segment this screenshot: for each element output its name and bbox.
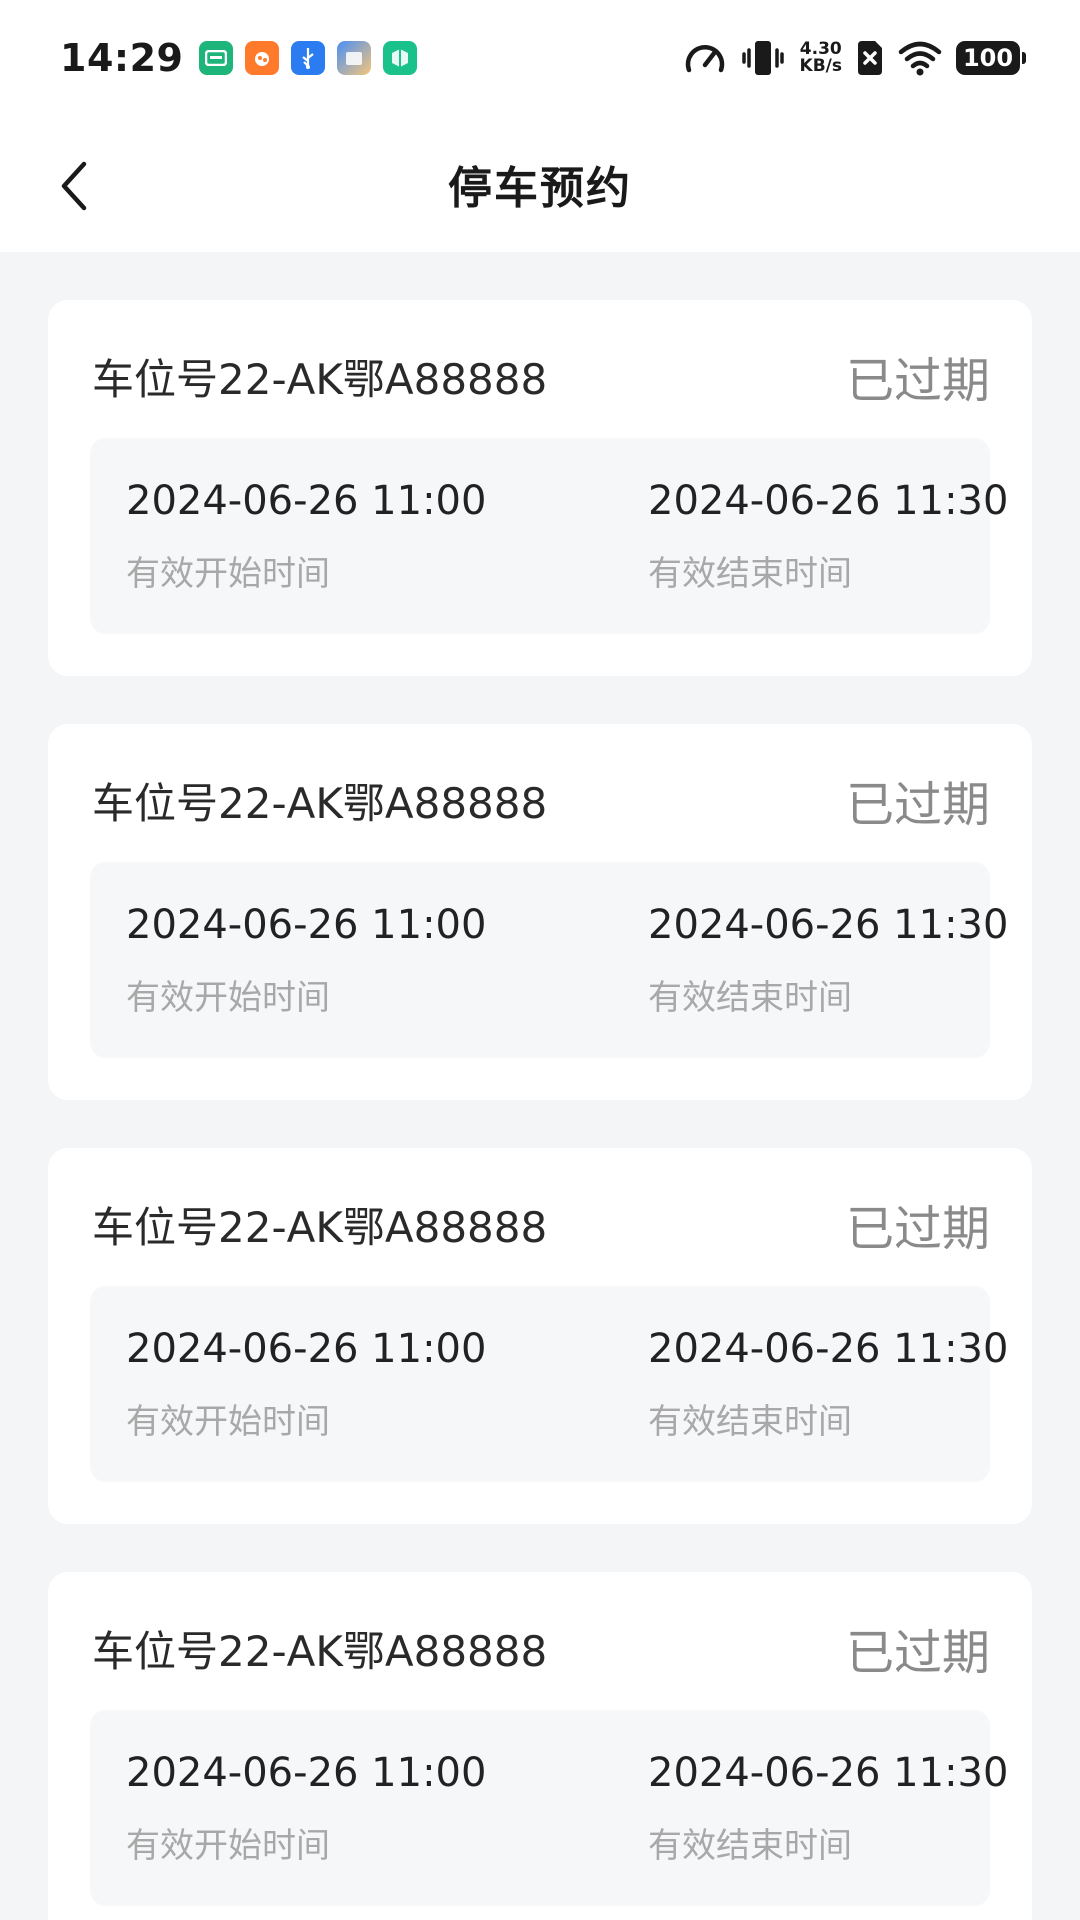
- start-time-label: 有效开始时间: [126, 1826, 330, 1866]
- end-time-column: 2024-06-26 11:30 有效结束时间: [648, 902, 1008, 1019]
- back-button[interactable]: [44, 156, 104, 216]
- network-speed: 4.30 KB/s: [800, 41, 842, 75]
- reservation-card[interactable]: 车位号22-AK鄂A88888 已过期 2024-06-26 11:00 有效开…: [48, 1148, 1032, 1524]
- start-time-column: 2024-06-26 11:00 有效开始时间: [126, 902, 486, 1019]
- end-time-column: 2024-06-26 11:30 有效结束时间: [648, 478, 1008, 595]
- orange-app-icon: [245, 41, 280, 75]
- reservation-card[interactable]: 车位号22-AK鄂A88888 已过期 2024-06-26 11:00 有效开…: [48, 724, 1032, 1100]
- status-badge: 已过期: [845, 1201, 990, 1257]
- end-time-column: 2024-06-26 11:30 有效结束时间: [648, 1326, 1008, 1443]
- end-time-value: 2024-06-26 11:30: [648, 1750, 1009, 1796]
- end-time-value: 2024-06-26 11:30: [648, 478, 1009, 524]
- card-header: 车位号22-AK鄂A88888 已过期: [92, 1194, 990, 1257]
- reservation-card[interactable]: 车位号22-AK鄂A88888 已过期 2024-06-26 11:00 有效开…: [48, 300, 1032, 676]
- end-time-label: 有效结束时间: [648, 554, 852, 594]
- battery-indicator: 100: [956, 41, 1026, 75]
- parking-spot-label: 车位号22-AK鄂A88888: [92, 1202, 548, 1252]
- reservation-card[interactable]: 车位号22-AK鄂A88888 已过期 2024-06-26 11:00 有效开…: [48, 1572, 1032, 1920]
- validity-time-box: 2024-06-26 11:00 有效开始时间 2024-06-26 11:30…: [90, 438, 1008, 634]
- parking-spot-label: 车位号22-AK鄂A88888: [92, 354, 548, 404]
- start-time-value: 2024-06-26 11:00: [126, 478, 487, 524]
- end-time-label: 有效结束时间: [648, 1826, 852, 1866]
- end-time-label: 有效结束时间: [648, 1402, 852, 1442]
- start-time-column: 2024-06-26 11:00 有效开始时间: [126, 478, 486, 595]
- validity-time-box: 2024-06-26 11:00 有效开始时间 2024-06-26 11:30…: [90, 1286, 1008, 1482]
- status-badge: 已过期: [845, 353, 990, 409]
- status-time: 14:29: [60, 36, 184, 80]
- validity-time-box: 2024-06-26 11:00 有效开始时间 2024-06-26 11:30…: [90, 1710, 1008, 1906]
- end-time-label: 有效结束时间: [648, 978, 852, 1018]
- message-app-icon: [199, 41, 234, 75]
- end-time-column: 2024-06-26 11:30 有效结束时间: [648, 1750, 1008, 1867]
- usb-icon: [291, 41, 326, 75]
- network-speed-unit: KB/s: [799, 56, 842, 76]
- parking-spot-label: 车位号22-AK鄂A88888: [92, 1626, 548, 1676]
- system-status-icons: 4.30 KB/s 100: [684, 38, 1026, 78]
- status-badge: 已过期: [845, 1625, 990, 1681]
- vibrate-icon: [740, 38, 786, 78]
- validity-time-box: 2024-06-26 11:00 有效开始时间 2024-06-26 11:30…: [90, 862, 1008, 1058]
- wifi-icon: [898, 40, 942, 76]
- files-app-icon: [337, 41, 372, 75]
- start-time-value: 2024-06-26 11:00: [126, 1750, 487, 1796]
- card-header: 车位号22-AK鄂A88888 已过期: [92, 1618, 990, 1681]
- start-time-column: 2024-06-26 11:00 有效开始时间: [126, 1326, 486, 1443]
- status-bar: 14:29 4.30 KB/s 100: [0, 0, 1080, 116]
- speedometer-icon: [684, 40, 726, 76]
- security-app-icon: [383, 41, 418, 75]
- card-header: 车位号22-AK鄂A88888 已过期: [92, 346, 990, 409]
- chevron-left-icon: [61, 161, 87, 211]
- end-time-value: 2024-06-26 11:30: [648, 902, 1009, 948]
- reservation-list: 车位号22-AK鄂A88888 已过期 2024-06-26 11:00 有效开…: [0, 252, 1080, 1920]
- start-time-label: 有效开始时间: [126, 978, 330, 1018]
- no-sim-icon: [856, 39, 884, 77]
- card-header: 车位号22-AK鄂A88888 已过期: [92, 770, 990, 833]
- page-title: 停车预约: [448, 163, 632, 214]
- notification-icons: [199, 41, 418, 75]
- start-time-label: 有效开始时间: [126, 1402, 330, 1442]
- end-time-value: 2024-06-26 11:30: [648, 1326, 1009, 1372]
- status-badge: 已过期: [845, 777, 990, 833]
- start-time-value: 2024-06-26 11:00: [126, 1326, 487, 1372]
- start-time-label: 有效开始时间: [126, 554, 330, 594]
- start-time-value: 2024-06-26 11:00: [126, 902, 487, 948]
- parking-spot-label: 车位号22-AK鄂A88888: [92, 778, 548, 828]
- navigation-bar: 停车预约: [0, 116, 1080, 252]
- start-time-column: 2024-06-26 11:00 有效开始时间: [126, 1750, 486, 1867]
